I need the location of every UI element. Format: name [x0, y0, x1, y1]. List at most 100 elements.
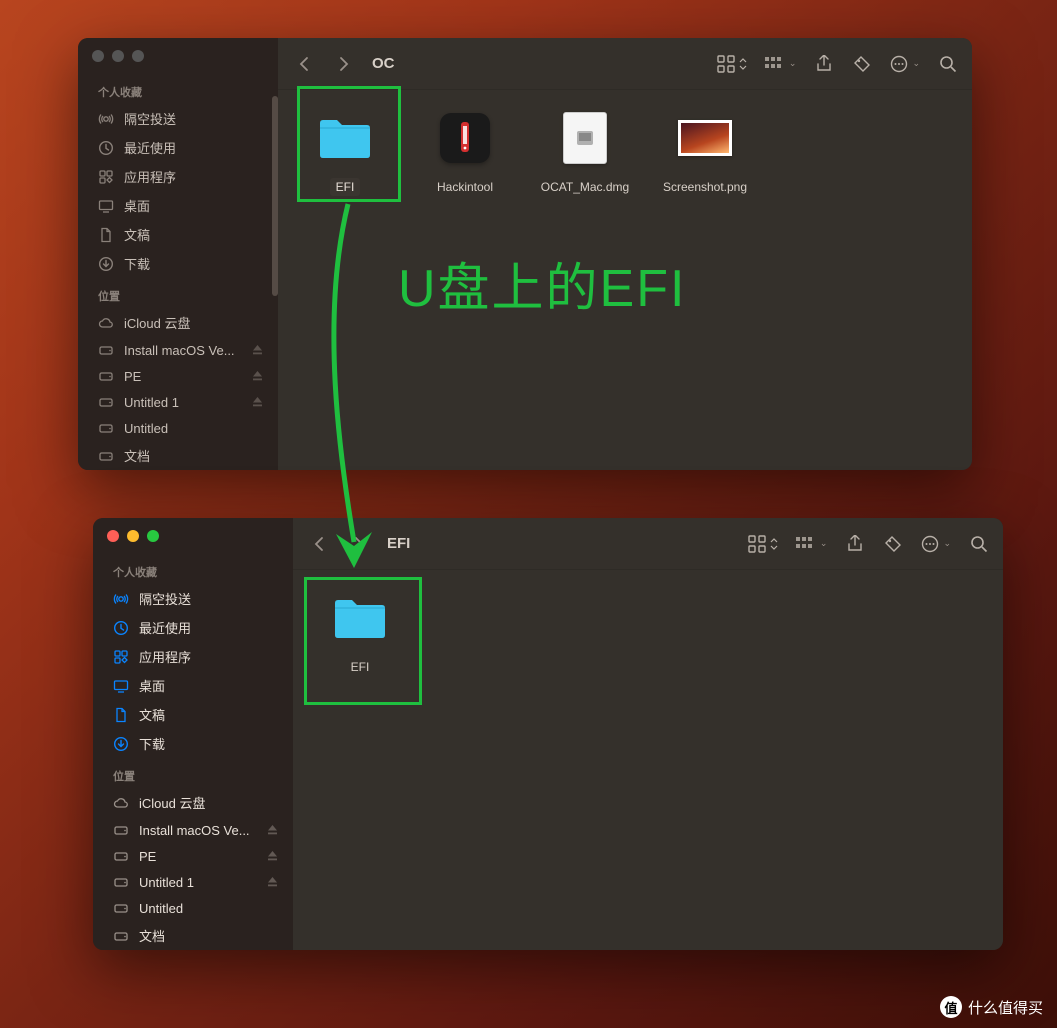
path-title: EFI [387, 535, 410, 552]
sidebar-item[interactable]: 隔空投送 [78, 104, 278, 133]
sidebar-item[interactable]: PE [78, 363, 278, 389]
sidebar-item[interactable]: Install macOS Ve... [78, 337, 278, 363]
sidebar-item-label: 桌面 [124, 196, 150, 215]
scrollbar[interactable] [272, 96, 278, 296]
share-button[interactable] [845, 534, 865, 554]
back-button[interactable] [307, 532, 331, 556]
eject-icon[interactable] [252, 370, 264, 382]
sidebar-item[interactable]: Install macOS Ve... [93, 817, 293, 843]
files-region[interactable]: EFI Hackintool OCAT_Mac.dmg Screenshot.png [278, 90, 972, 470]
tags-button[interactable] [852, 54, 872, 74]
eject-icon[interactable] [267, 850, 279, 862]
folder-icon [310, 106, 380, 170]
eject-icon[interactable] [267, 876, 279, 888]
disk-icon [113, 822, 129, 838]
desktop-icon [98, 198, 114, 214]
close-button[interactable] [92, 50, 104, 62]
sidebar-item-label: iCloud 云盘 [124, 313, 190, 332]
sidebar-item[interactable]: 文稿 [78, 220, 278, 249]
sidebar: 个人收藏 隔空投送最近使用应用程序桌面文稿下载 位置 iCloud 云盘Inst… [78, 38, 278, 470]
forward-button[interactable] [332, 52, 356, 76]
sidebar-item[interactable]: Untitled 1 [93, 869, 293, 895]
group-button[interactable]: ⌄ [765, 54, 797, 74]
sidebar-item[interactable]: 应用程序 [93, 642, 293, 671]
file-item[interactable]: Hackintool [414, 106, 516, 196]
actions-button[interactable]: ⌄ [890, 54, 920, 74]
back-button[interactable] [292, 52, 316, 76]
disk-icon [98, 448, 114, 464]
file-label: OCAT_Mac.dmg [535, 178, 635, 196]
sidebar-heading-locations: 位置 [78, 282, 278, 308]
actions-button[interactable]: ⌄ [921, 534, 951, 554]
sidebar-item[interactable]: 文档 [93, 921, 293, 950]
desktop-icon [113, 678, 129, 694]
sidebar-item-label: PE [139, 849, 156, 864]
maximize-button[interactable] [132, 50, 144, 62]
file-item[interactable]: OCAT_Mac.dmg [534, 106, 636, 196]
sidebar-item[interactable]: iCloud 云盘 [93, 788, 293, 817]
sidebar-item[interactable]: 应用程序 [78, 162, 278, 191]
search-button[interactable] [938, 54, 958, 74]
apps-icon [113, 649, 129, 665]
disk-icon [98, 368, 114, 384]
sidebar-item[interactable]: 最近使用 [78, 133, 278, 162]
sidebar-item[interactable]: 桌面 [93, 671, 293, 700]
files-region[interactable]: EFI [293, 570, 1003, 950]
sidebar-item[interactable]: 下载 [78, 249, 278, 278]
cloud-icon [98, 315, 114, 331]
eject-icon[interactable] [252, 344, 264, 356]
sidebar-item[interactable]: 下载 [93, 729, 293, 758]
minimize-button[interactable] [112, 50, 124, 62]
disk-icon [113, 928, 129, 944]
maximize-button[interactable] [147, 530, 159, 542]
sidebar-item[interactable]: Untitled [93, 895, 293, 921]
close-button[interactable] [107, 530, 119, 542]
eject-icon[interactable] [267, 824, 279, 836]
dmg-icon [550, 106, 620, 170]
search-button[interactable] [969, 534, 989, 554]
group-button[interactable]: ⌄ [796, 534, 828, 554]
minimize-button[interactable] [127, 530, 139, 542]
cloud-icon [113, 795, 129, 811]
file-item[interactable]: Screenshot.png [654, 106, 756, 196]
sidebar-item[interactable]: 最近使用 [93, 613, 293, 642]
sidebar-item[interactable]: 桌面 [78, 191, 278, 220]
file-label: Screenshot.png [657, 178, 753, 196]
content-area: EFI ⌄ ⌄ [293, 518, 1003, 950]
path-title: OC [372, 55, 395, 72]
file-label: Hackintool [431, 178, 499, 196]
forward-button[interactable] [347, 532, 371, 556]
sidebar-item[interactable]: PE [93, 843, 293, 869]
sidebar-item-label: Untitled 1 [139, 875, 194, 890]
view-mode-button[interactable] [748, 534, 778, 554]
sidebar-item-label: 文稿 [124, 225, 150, 244]
sidebar-item[interactable]: 隔空投送 [93, 584, 293, 613]
sidebar-item[interactable]: 文档 [78, 441, 278, 470]
window-controls [93, 530, 293, 556]
clock-icon [113, 620, 129, 636]
sidebar-item[interactable]: 文稿 [93, 700, 293, 729]
app-icon [430, 106, 500, 170]
sidebar-item-label: Untitled [124, 421, 168, 436]
disk-icon [98, 342, 114, 358]
file-item[interactable]: EFI [309, 586, 411, 676]
file-item[interactable]: EFI [294, 106, 396, 196]
sidebar-item-label: 隔空投送 [124, 109, 176, 128]
sidebar-item[interactable]: Untitled 1 [78, 389, 278, 415]
eject-icon[interactable] [252, 396, 264, 408]
share-button[interactable] [814, 54, 834, 74]
sidebar-item[interactable]: Untitled [78, 415, 278, 441]
sidebar-item-label: 文档 [124, 446, 150, 465]
sidebar-item-label: iCloud 云盘 [139, 793, 205, 812]
disk-icon [113, 900, 129, 916]
finder-window-bottom: 个人收藏 隔空投送最近使用应用程序桌面文稿下载 位置 iCloud 云盘Inst… [93, 518, 1003, 950]
toolbar: OC ⌄ ⌄ [278, 38, 972, 90]
disk-icon [113, 848, 129, 864]
sidebar-item-label: 文档 [139, 926, 165, 945]
tags-button[interactable] [883, 534, 903, 554]
view-mode-button[interactable] [717, 54, 747, 74]
sidebar-item-label: 隔空投送 [139, 589, 191, 608]
download-icon [113, 736, 129, 752]
disk-icon [98, 420, 114, 436]
sidebar-item[interactable]: iCloud 云盘 [78, 308, 278, 337]
